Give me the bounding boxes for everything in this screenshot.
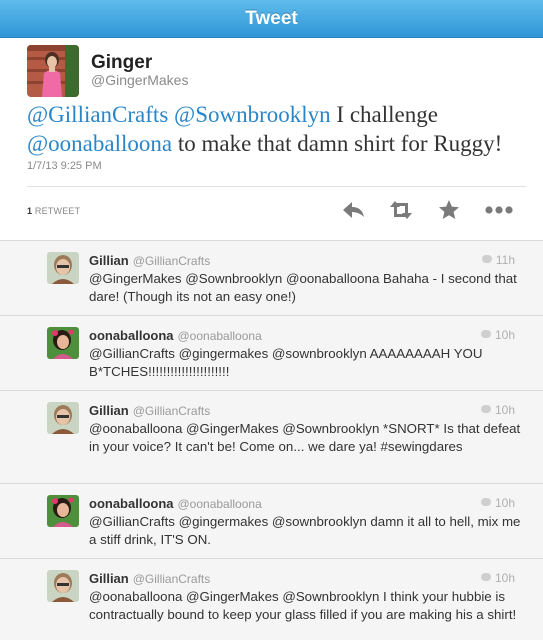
divider [27,186,526,187]
reply-author[interactable]: oonaballoona @oonaballoona [89,328,262,343]
reply-time-text: 10h [494,496,515,510]
reply-text: @GillianCrafts @gingermakes @sownbrookly… [89,514,521,547]
reply-author-handle: @oonaballoona [177,329,262,343]
reply-author-name: Gillian [89,253,129,268]
nav-bar: Tweet [0,0,543,38]
reply-author-handle: @GillianCrafts [132,404,211,418]
reply-time: 10h [480,403,515,417]
reply-time: 10h [480,328,515,342]
conversation-icon [480,405,491,413]
reply-time-text: 11h [495,253,515,267]
reply-time: 11h [481,253,515,267]
conversation-icon [481,255,492,263]
reply-author[interactable]: Gillian @GillianCrafts [89,253,210,268]
avatar[interactable] [47,570,79,602]
favorite-button[interactable] [432,195,466,225]
nav-title: Tweet [245,8,298,29]
tweet-timestamp: 1/7/13 9:25 PM [27,160,102,172]
reply-author[interactable]: Gillian @GillianCrafts [89,403,210,418]
tweet-text-segment: to make that damn shirt for Ruggy! [177,131,503,156]
conversation-icon [480,498,491,506]
reply-text: @oonaballoona @GingerMakes @Sownbrooklyn… [89,589,517,622]
reply-time: 10h [480,496,515,510]
reply-text: @GillianCrafts @gingermakes @sownbrookly… [89,346,483,379]
reply-time-text: 10h [494,403,515,417]
main-tweet: Ginger @GingerMakes @GillianCrafts @Sown… [0,38,543,241]
reply-author-name: Gillian [89,403,129,418]
reply-text: @GingerMakes @Sownbrooklyn @oonaballoona… [89,271,517,304]
mention-link[interactable]: @Sownbrooklyn [174,102,331,127]
reply-item[interactable]: Gillian @GillianCrafts 10h @oonaballoona … [0,559,543,640]
avatar[interactable] [27,45,79,97]
reply-text: @oonaballoona @GingerMakes @Sownbrooklyn… [89,421,521,454]
conversation-icon [480,330,491,338]
avatar[interactable] [47,402,79,434]
reply-item[interactable]: oonaballoona @oonaballoona 10h @GillianCr… [0,484,543,559]
reply-item[interactable]: oonaballoona @oonaballoona 10h @GillianCr… [0,316,543,391]
retweet-icon [390,201,412,219]
star-icon [439,200,459,219]
reply-author-name: Gillian [89,571,129,586]
reply-time-text: 10h [494,328,515,342]
retweet-count-label: RETWEET [34,206,81,216]
tweet-text-segment: I challenge [336,102,438,127]
more-button[interactable] [482,195,516,225]
conversation-icon [480,573,491,581]
more-icon [485,206,513,214]
mention-link[interactable]: @oonaballoona [27,131,172,156]
mention-link[interactable]: @GillianCrafts [27,102,168,127]
reply-author[interactable]: oonaballoona @oonaballoona [89,496,262,511]
reply-author[interactable]: Gillian @GillianCrafts [89,571,210,586]
avatar[interactable] [47,252,79,284]
retweet-count-number: 1 [27,206,33,216]
reply-item[interactable]: Gillian @GillianCrafts 10h @oonaballoona … [0,391,543,484]
tweet-text: @GillianCrafts @Sownbrooklyn I challenge… [27,100,527,158]
reply-time: 10h [480,571,515,585]
retweet-count[interactable]: 1 RETWEET [27,206,80,216]
reply-author-handle: @GillianCrafts [132,572,211,586]
reply-icon [343,202,364,218]
reply-time-text: 10h [494,571,515,585]
reply-author-handle: @GillianCrafts [132,254,211,268]
author-name[interactable]: Ginger [91,52,152,74]
reply-button[interactable] [336,195,370,225]
reply-author-handle: @oonaballoona [177,497,262,511]
reply-author-name: oonaballoona [89,328,174,343]
avatar[interactable] [47,495,79,527]
avatar[interactable] [47,327,79,359]
reply-item[interactable]: Gillian @GillianCrafts 11h @GingerMakes @… [0,241,543,316]
reply-author-name: oonaballoona [89,496,174,511]
reply-list: Gillian @GillianCrafts 11h @GingerMakes @… [0,241,543,640]
retweet-button[interactable] [384,195,418,225]
author-handle[interactable]: @GingerMakes [91,72,188,88]
